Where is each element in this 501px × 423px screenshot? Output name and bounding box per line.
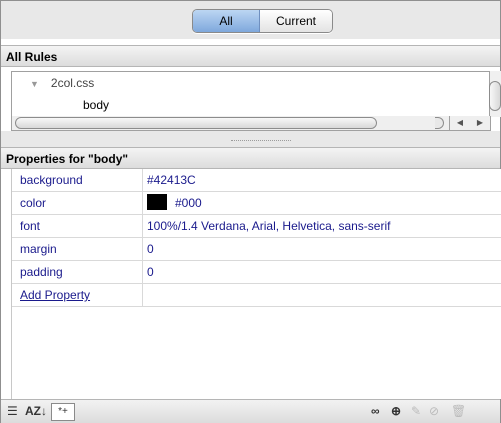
column-divider [142, 169, 143, 191]
add-property-link[interactable]: Add Property [20, 284, 90, 306]
property-value-cell[interactable]: #000 [147, 192, 202, 214]
vertical-scroll-thumb[interactable] [489, 81, 501, 111]
column-divider [142, 192, 143, 214]
property-value[interactable]: #000 [175, 196, 202, 210]
show-set-properties-only-icon[interactable]: *+ [51, 403, 75, 421]
attach-style-sheet-icon[interactable]: ∞ [371, 403, 387, 419]
bottom-toolbar: ☰ AZ↓ *+ ∞ ⊕ ✎ ⊘ 🗑 [1, 399, 500, 423]
property-name: font [20, 219, 41, 233]
show-alphabetical-view-icon[interactable]: AZ↓ [25, 403, 49, 419]
new-css-rule-icon[interactable]: ⊕ [391, 403, 407, 419]
delete-rule-icon[interactable]: 🗑 [451, 403, 467, 419]
column-divider [142, 238, 143, 260]
property-row-font[interactable]: font 100%/1.4 Verdana, Arial, Helvetica,… [12, 215, 501, 238]
scroll-arrows[interactable]: ◀ ▶ [449, 116, 490, 130]
property-row-color[interactable]: color #000 [12, 192, 501, 215]
rules-vertical-scrollbar[interactable] [489, 71, 501, 117]
column-divider [142, 284, 143, 306]
property-row-padding[interactable]: padding 0 [12, 261, 501, 284]
panel-splitter[interactable] [1, 131, 500, 147]
property-name: color [20, 196, 47, 210]
disable-property-icon[interactable]: ⊘ [429, 403, 445, 419]
property-name: padding [20, 265, 63, 279]
properties-table: background #42413C color #000 font 100%/… [11, 169, 501, 399]
show-category-view-icon[interactable]: ☰ [7, 403, 25, 419]
column-divider [142, 215, 143, 237]
rules-tree[interactable]: ▼ 2col.css body [11, 71, 490, 118]
disclosure-triangle-icon[interactable]: ▼ [30, 79, 39, 89]
az-text: AZ [25, 404, 41, 418]
view-segmented-control: All Current [192, 9, 333, 33]
scroll-track-end [435, 117, 444, 129]
properties-header: Properties for "body" [1, 147, 500, 169]
property-value[interactable]: #42413C [147, 169, 196, 191]
stylesheet-label: 2col.css [50, 76, 95, 90]
horizontal-scroll-thumb[interactable] [15, 117, 377, 129]
edit-rule-icon[interactable]: ✎ [411, 403, 427, 419]
color-swatch[interactable] [147, 194, 167, 210]
all-button[interactable]: All [193, 10, 260, 32]
all-rules-header: All Rules [1, 45, 500, 67]
scroll-right-arrow-icon[interactable]: ▶ [477, 116, 483, 130]
tree-item-rule[interactable]: body [83, 98, 109, 112]
column-divider [142, 261, 143, 283]
property-name: margin [20, 242, 57, 256]
scroll-left-arrow-icon[interactable]: ◀ [457, 116, 463, 130]
add-property-row[interactable]: Add Property [12, 284, 501, 307]
property-value[interactable]: 100%/1.4 Verdana, Arial, Helvetica, sans… [147, 215, 390, 237]
property-value[interactable]: 0 [147, 238, 154, 260]
splitter-grip[interactable] [231, 140, 291, 141]
view-toggle-bar: All Current [1, 1, 500, 39]
current-button[interactable]: Current [260, 10, 332, 32]
tree-item-stylesheet[interactable]: ▼ 2col.css [30, 76, 94, 90]
property-name: background [20, 173, 83, 187]
rules-horizontal-scrollbar[interactable]: ◀ ▶ [11, 116, 491, 131]
property-row-margin[interactable]: margin 0 [12, 238, 501, 261]
property-value[interactable]: 0 [147, 261, 154, 283]
property-row-background[interactable]: background #42413C [12, 169, 501, 192]
